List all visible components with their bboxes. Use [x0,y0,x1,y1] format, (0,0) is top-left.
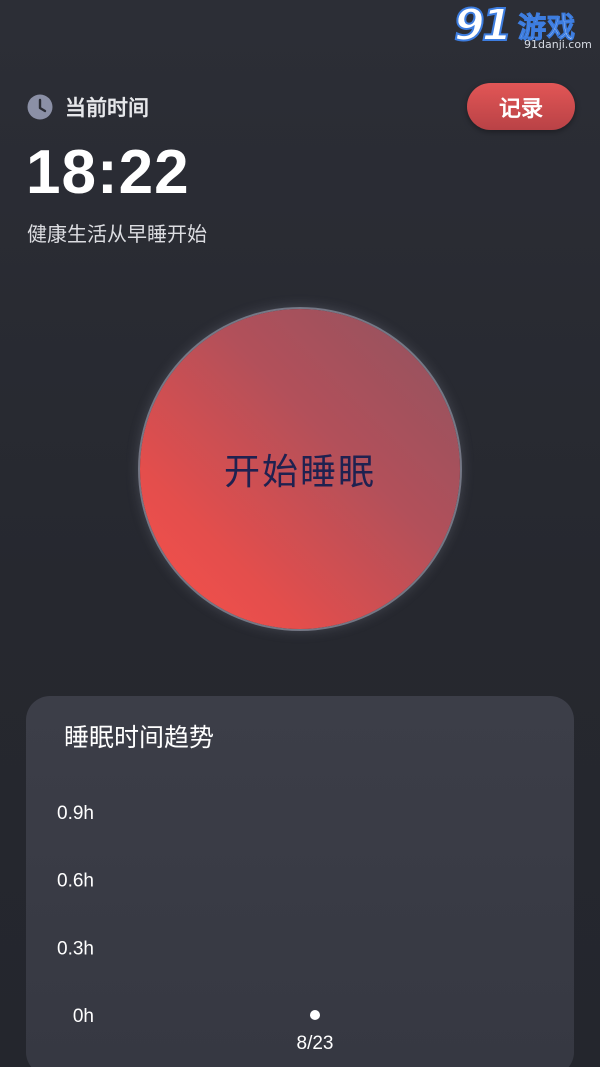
clock-icon [27,94,53,120]
current-time-header: 当前时间 [27,92,149,122]
y-tick-label: 0h [73,1006,94,1027]
watermark-logo: 91 [453,0,513,51]
start-sleep-label: 开始睡眠 [223,452,376,493]
y-tick-label: 0.6h [57,871,94,892]
current-time-value: 18:22 [26,138,190,207]
x-tick-label: 8/23 [297,1033,334,1054]
watermark: 91 游戏 91danji.com [453,0,594,54]
sleep-trend-card: 睡眠时间趋势 0.9h 0.6h 0.3h 0h 8/23 [26,696,574,1067]
current-time-label: 当前时间 [65,96,149,120]
start-sleep-button[interactable]: 开始睡眠 [140,309,460,629]
y-tick-label: 0.9h [57,803,94,824]
slogan-text: 健康生活从早睡开始 [27,222,207,246]
watermark-url: 91danji.com [524,38,592,51]
y-tick-label: 0.3h [57,938,94,959]
sleep-trend-chart: 0.9h 0.6h 0.3h 0h 8/23 [57,803,334,1054]
record-button[interactable]: 记录 [467,83,575,130]
data-point [310,1010,320,1020]
